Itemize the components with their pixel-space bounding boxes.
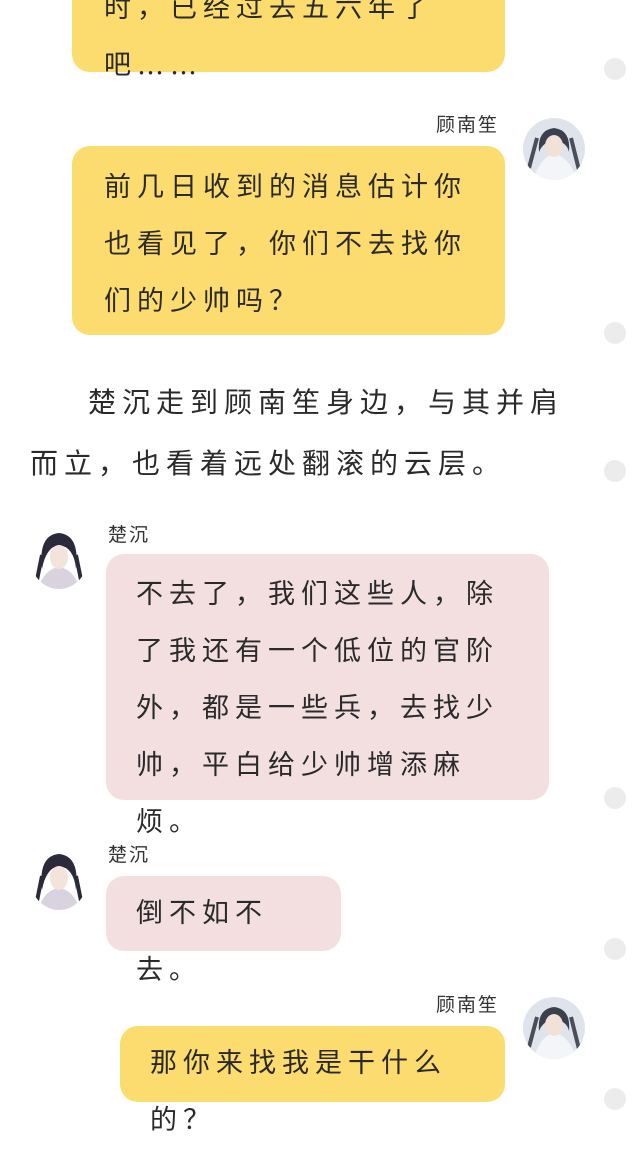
message-text: 时，已经过去五六年了吧……: [104, 0, 434, 81]
chat-bubble-gu: 前几日收到的消息估计你也看见了，你们不去找你们的少帅吗？: [72, 146, 505, 335]
chat-bubble-gu: 那你来找我是干什么的？: [120, 1026, 505, 1136]
avatar-chu-image: [30, 846, 88, 910]
scroll-dot[interactable]: [604, 787, 626, 809]
avatar-chu[interactable]: [30, 846, 88, 910]
speaker-name-gu: 顾南笙: [436, 114, 500, 136]
avatar-gu-image: [523, 118, 585, 180]
scroll-dot[interactable]: [604, 938, 626, 960]
avatar-chu[interactable]: [30, 525, 88, 589]
scroll-dot[interactable]: [604, 1088, 626, 1110]
avatar-gu-image: [523, 997, 585, 1059]
narration-text: 楚沉走到顾南笙身边，与其并肩而立，也看着远处翻滚的云层。: [30, 386, 565, 480]
avatar-gu[interactable]: [523, 118, 585, 180]
chat-bubble-chu: 不去了，我们这些人，除了我还有一个低位的官阶外，都是一些兵，去找少帅，平白给少帅…: [106, 554, 549, 838]
avatar-chu-image: [30, 525, 88, 589]
scroll-dot[interactable]: [604, 322, 626, 344]
message-text: 不去了，我们这些人，除了我还有一个低位的官阶外，都是一些兵，去找少帅，平白给少帅…: [136, 579, 499, 838]
message-text: 前几日收到的消息估计你也看见了，你们不去找你们的少帅吗？: [104, 172, 467, 317]
message-text: 倒不如不去。: [136, 898, 268, 986]
chat-bubble-gu-partial: 时，已经过去五六年了吧……: [72, 0, 505, 81]
speaker-name-chu: 楚沉: [108, 524, 151, 546]
message-text: 那你来找我是干什么的？: [150, 1048, 447, 1136]
scroll-dot[interactable]: [604, 460, 626, 482]
speaker-name-gu: 顾南笙: [436, 994, 500, 1016]
chat-bubble-chu: 倒不如不去。: [106, 876, 341, 986]
speaker-name-chu: 楚沉: [108, 844, 151, 866]
avatar-gu[interactable]: [523, 997, 585, 1059]
scroll-dot[interactable]: [604, 58, 626, 80]
